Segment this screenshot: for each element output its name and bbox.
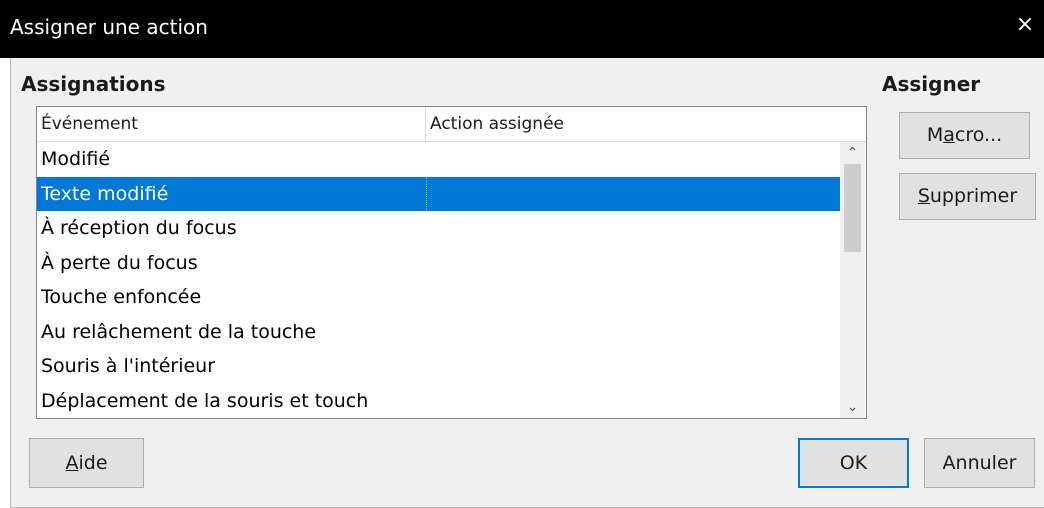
macro-button-label-pre: M [926, 124, 944, 146]
scroll-up-arrow-icon[interactable]: ⌃ [840, 142, 865, 164]
list-item[interactable]: Au relâchement de la touche [37, 315, 840, 350]
assignments-section-label: Assignations [21, 72, 166, 96]
list-item[interactable]: Texte modifié [37, 176, 840, 211]
delete-button[interactable]: Supprimer [899, 173, 1036, 220]
column-header-event[interactable]: Événement [37, 107, 426, 141]
assigned-action [426, 315, 840, 349]
vertical-scrollbar[interactable]: ⌃ ⌄ [840, 142, 865, 418]
ok-button[interactable]: OK [798, 438, 909, 488]
event-rows: Modifié Texte modifié À réception du focus… [37, 142, 840, 418]
event-list[interactable]: Événement Action assignée Modifié Texte m… [36, 106, 867, 419]
assigned-action [426, 142, 840, 176]
list-item[interactable]: Déplacement de la souris et touch [37, 384, 840, 419]
close-icon[interactable]: × [1010, 10, 1040, 40]
list-item[interactable]: Touche enfoncée [37, 280, 840, 315]
list-item[interactable]: À réception du focus [37, 211, 840, 246]
delete-button-label-post: upprimer [929, 185, 1018, 207]
event-name: Modifié [41, 148, 111, 170]
dialog-body: Assignations Assigner Événement Action a… [10, 58, 1044, 508]
assign-section-label: Assigner [882, 72, 981, 96]
assigned-action [426, 211, 840, 245]
scroll-down-arrow-icon[interactable]: ⌄ [840, 396, 865, 418]
event-name: À réception du focus [41, 217, 237, 239]
macro-button-label-post: cro... [954, 124, 1003, 146]
event-name: Texte modifié [41, 182, 169, 205]
title-bar: Assigner une action × [0, 0, 1044, 58]
help-button-mnemonic: A [65, 452, 79, 474]
event-name: Touche enfoncée [41, 286, 202, 308]
cancel-button[interactable]: Annuler [924, 438, 1035, 488]
assigned-action [426, 176, 840, 211]
assigned-action [426, 349, 840, 383]
assigned-action [426, 280, 840, 314]
delete-button-mnemonic: S [917, 185, 930, 207]
scrollbar-thumb[interactable] [844, 164, 861, 252]
list-item[interactable]: Modifié [37, 142, 840, 177]
column-header-action[interactable]: Action assignée [426, 107, 866, 141]
macro-button-mnemonic: a [943, 124, 955, 146]
event-name: Au relâchement de la touche [41, 320, 317, 343]
event-name: Déplacement de la souris et touch [41, 389, 369, 412]
macro-button[interactable]: Macro... [899, 112, 1030, 159]
event-name: Souris à l'intérieur [41, 355, 216, 377]
help-button[interactable]: Aide [29, 438, 144, 488]
assigned-action [426, 384, 840, 418]
assigned-action [426, 246, 840, 280]
event-name: À perte du focus [41, 251, 198, 274]
window-title: Assigner une action [10, 15, 208, 39]
list-item[interactable]: Souris à l'intérieur [37, 349, 840, 384]
list-header: Événement Action assignée [37, 107, 866, 142]
list-item[interactable]: À perte du focus [37, 246, 840, 281]
help-button-label-post: ide [78, 452, 108, 474]
